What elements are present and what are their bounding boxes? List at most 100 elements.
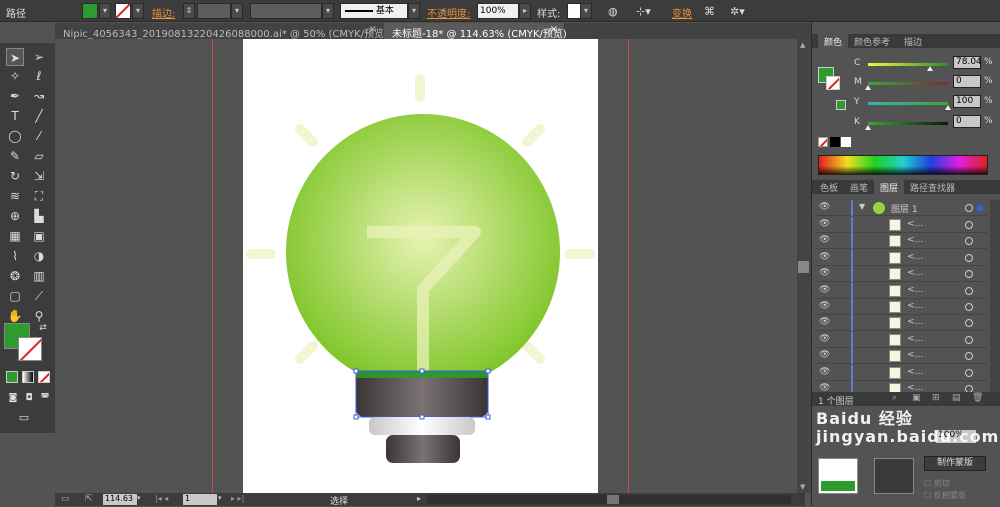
curvature-icon[interactable]: ↝ <box>30 87 48 105</box>
slider-track[interactable] <box>865 122 948 130</box>
channel-value-input[interactable]: 78.04 <box>953 56 982 69</box>
target-icon[interactable] <box>965 368 973 377</box>
fill-swatch[interactable] <box>82 3 98 19</box>
slider-thumb[interactable] <box>865 85 871 90</box>
stroke-dropdown[interactable]: ▾ <box>132 3 144 19</box>
clip-mask-icon[interactable]: ▣ <box>912 393 921 403</box>
slider-track[interactable] <box>868 102 951 110</box>
target-icon[interactable] <box>965 286 973 295</box>
selection-icon[interactable]: ➤ <box>6 48 24 66</box>
eye-icon[interactable]: 👁 <box>819 285 830 295</box>
sublayer-name[interactable]: <... <box>907 301 923 311</box>
page-input[interactable]: 1 <box>183 494 217 505</box>
target-icon[interactable] <box>965 352 973 361</box>
invert-mask-checkbox[interactable]: ☐ 反相蒙版 <box>924 490 966 501</box>
sublayer-row[interactable]: 👁 <... <box>815 315 987 332</box>
blend-icon[interactable]: ◑ <box>30 247 48 265</box>
lightbulb-artwork[interactable] <box>243 39 598 493</box>
tab-pathfinder[interactable]: 路径查找器 <box>904 180 961 194</box>
slice-icon[interactable]: ⟋ <box>30 287 48 305</box>
canvas[interactable] <box>55 39 797 493</box>
pen-icon[interactable]: ✒ <box>6 87 24 105</box>
mesh-icon[interactable]: ▦ <box>6 227 24 245</box>
eye-icon[interactable]: 👁 <box>819 219 830 229</box>
opacity-input[interactable]: 100% <box>477 3 519 19</box>
direct-selection-icon[interactable]: ➢ <box>30 48 48 66</box>
eye-icon[interactable]: 👁 <box>819 367 830 377</box>
eye-icon[interactable]: 👁 <box>819 350 830 360</box>
opacity-label[interactable]: 不透明度: <box>427 5 470 20</box>
slider-thumb[interactable] <box>927 66 934 71</box>
yellow-slider[interactable]: Y 100 % <box>812 94 1000 112</box>
sublayer-row[interactable]: 👁 <... <box>815 364 987 381</box>
variable-width-dropdown[interactable]: ▾ <box>322 3 334 19</box>
eye-icon[interactable]: 👁 <box>819 301 830 311</box>
sublayer-name[interactable]: <... <box>907 317 923 327</box>
color-mode-icon[interactable] <box>6 371 18 383</box>
slider-thumb[interactable] <box>865 125 871 130</box>
stroke-label[interactable]: 描边: <box>152 5 175 20</box>
graph-icon[interactable]: ▥ <box>30 267 48 285</box>
artboard-icon[interactable]: ▢ <box>6 287 24 305</box>
close-icon[interactable]: × <box>369 24 377 35</box>
eye-icon[interactable]: 👁 <box>819 334 830 344</box>
eye-icon[interactable]: 👁 <box>819 317 830 327</box>
eye-icon[interactable]: 👁 <box>819 252 830 262</box>
target-icon[interactable] <box>965 335 973 344</box>
sublayer-name[interactable]: <... <box>907 367 923 377</box>
sublayer-row[interactable]: 👁 <... <box>815 266 987 283</box>
none-mode-icon[interactable] <box>38 371 50 383</box>
tab-layers[interactable]: 图层 <box>874 180 905 194</box>
expand-triangle-icon[interactable]: ▼ <box>859 202 865 211</box>
stroke-weight-dropdown[interactable]: ▾ <box>231 3 243 19</box>
arrange-icon[interactable]: ✲▾ <box>730 5 745 18</box>
zoom-input[interactable]: 114.63 <box>103 494 137 505</box>
tab-color-guide[interactable]: 颜色参考 <box>848 34 896 48</box>
sublayer-row[interactable]: 👁 <... <box>815 348 987 365</box>
make-mask-button[interactable]: 制作蒙版 <box>924 456 986 471</box>
brush-style-select[interactable]: 基本 <box>340 3 408 19</box>
sublayer-row[interactable]: 👁 <... <box>815 331 987 348</box>
graphic-style-dropdown[interactable]: ▾ <box>580 3 592 19</box>
gradient-mode-icon[interactable] <box>22 371 34 383</box>
sublayer-name[interactable]: <... <box>907 252 923 262</box>
new-sublayer-icon[interactable]: ⊞ <box>932 393 940 403</box>
draw-inside-icon[interactable]: ◚ <box>36 389 54 407</box>
line-icon[interactable]: ╱ <box>30 107 48 125</box>
sublayer-name[interactable]: <... <box>907 219 923 229</box>
lasso-icon[interactable]: ℓ <box>30 67 48 85</box>
rotate-icon[interactable]: ↻ <box>6 167 24 185</box>
layer-name[interactable]: 图层 1 <box>891 202 918 215</box>
pencil-icon[interactable]: ✎ <box>6 147 24 165</box>
artboard[interactable] <box>243 39 598 493</box>
next-page-icon[interactable]: ▸ ▸| <box>231 494 244 503</box>
sublayer-row[interactable]: 👁 <... <box>815 299 987 315</box>
tab-swatches[interactable]: 色板 <box>814 180 844 194</box>
opacity-dropdown[interactable]: ▸ <box>519 3 531 19</box>
close-icon[interactable]: × <box>550 24 558 35</box>
color-spectrum[interactable] <box>818 155 988 175</box>
new-layer-icon[interactable]: ▤ <box>952 393 961 403</box>
eraser-icon[interactable]: ▱ <box>30 147 48 165</box>
sublayer-row[interactable]: 👁 <... <box>815 249 987 266</box>
target-icon[interactable] <box>965 237 973 246</box>
stroke-color-swatch[interactable] <box>18 337 42 361</box>
scroll-thumb[interactable] <box>798 261 809 273</box>
slider-track[interactable] <box>865 82 948 90</box>
layers-scrollbar[interactable] <box>990 200 1000 396</box>
sublayer-name[interactable]: <... <box>907 334 923 344</box>
shape-builder-icon[interactable]: ⊕ <box>6 207 24 225</box>
sublayer-name[interactable]: <... <box>907 268 923 278</box>
ellipse-icon[interactable]: ◯ <box>6 127 24 145</box>
channel-value-input[interactable]: 0 <box>953 75 981 88</box>
screen-mode-icon[interactable]: ▭ <box>15 409 33 427</box>
h-scroll-thumb[interactable] <box>607 495 619 504</box>
vertical-scrollbar[interactable]: ▲ ▼ <box>797 39 811 493</box>
sublayer-name[interactable]: <... <box>907 350 923 360</box>
type-icon[interactable]: T <box>6 107 24 125</box>
scale-icon[interactable]: ⇲ <box>30 167 48 185</box>
tab-untitled[interactable]: 未标题-18* @ 114.63% (CMYK/预览) × <box>384 23 567 40</box>
tab-brushes[interactable]: 画笔 <box>844 180 874 194</box>
zoom-dropdown[interactable]: ▾ <box>137 494 141 502</box>
transform-link[interactable]: 变换 <box>672 5 692 20</box>
